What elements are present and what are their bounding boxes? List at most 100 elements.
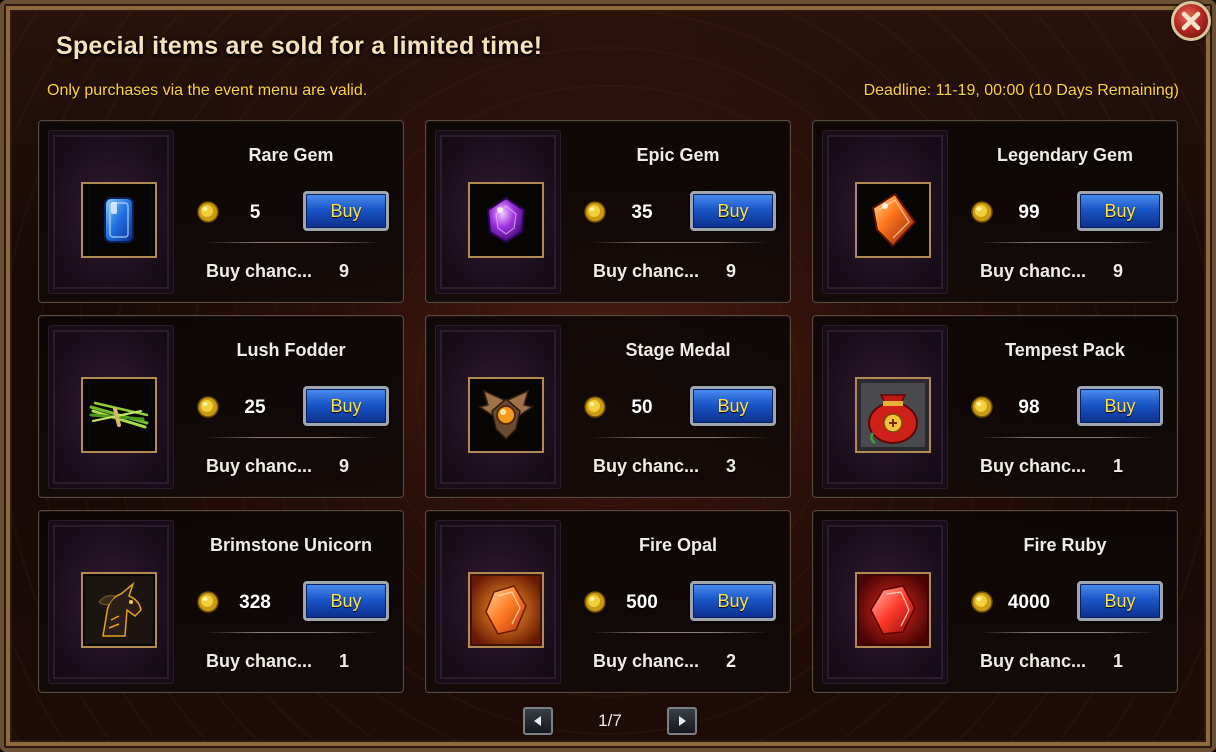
item-price: 5 [249,202,261,223]
window-title: Special items are sold for a limited tim… [56,32,543,60]
buy-chances-label: Buy chanc... [206,651,313,671]
buy-button[interactable]: Buy [1077,191,1163,231]
buy-chances-label: Buy chanc... [206,261,313,281]
buy-chances-value: 1 [1112,456,1123,476]
buy-chances-label: Buy chanc... [980,456,1087,476]
item-price: 328 [239,592,271,613]
item-slot [822,130,948,294]
buy-chances-value: 9 [1112,261,1123,281]
buy-chances-label: Buy chanc... [593,651,700,671]
buy-button[interactable]: Buy [1077,581,1163,621]
buy-chances-label: Buy chanc... [206,456,313,476]
grass-fodder-icon [89,401,149,429]
shop-item-card: Epic Gem 35 Buy Buy chanc... 9 [425,120,791,303]
item-icon-frame[interactable] [468,182,544,258]
buy-button[interactable]: Buy [690,191,776,231]
item-slot [48,325,174,489]
buy-button[interactable]: Buy [690,581,776,621]
item-icon-frame[interactable] [81,377,157,453]
item-name: Fire Opal [638,535,718,555]
item-icon-frame[interactable] [855,377,931,453]
item-name: Fire Ruby [1023,535,1107,555]
gold-coin-icon [971,591,993,613]
blue-gem-icon [104,197,134,243]
item-icon-frame[interactable] [855,182,931,258]
shop-item-card: Stage Medal 50 Buy Buy chanc... 3 [425,315,791,498]
buy-button[interactable]: Buy [1077,386,1163,426]
divider [979,632,1155,633]
buy-chances-label: Buy chanc... [980,261,1087,281]
item-icon-frame[interactable] [855,572,931,648]
prev-page-button[interactable] [523,707,553,735]
item-price: 4000 [1007,592,1051,613]
item-price: 25 [244,397,266,418]
divider [205,632,381,633]
dark-unicorn-icon [85,576,153,644]
divider [979,437,1155,438]
page-indicator: 1/7 [598,711,622,730]
buy-chances-label: Buy chanc... [980,651,1087,671]
gold-coin-icon [971,201,993,223]
item-icon-frame[interactable] [81,182,157,258]
buy-button[interactable]: Buy [303,581,389,621]
shop-item-card: Lush Fodder 25 Buy Buy chanc... 9 [38,315,404,498]
deadline-text: Deadline: 11-19, 00:00 (10 Days Remainin… [863,82,1179,99]
item-price: 35 [631,202,653,223]
purple-gem-icon [486,196,526,244]
buy-chances-value: 9 [338,261,349,281]
item-name: Legendary Gem [996,145,1134,165]
item-slot [435,520,561,684]
item-name: Epic Gem [636,145,720,165]
red-pouch-icon [861,383,925,447]
gold-coin-icon [584,201,606,223]
buy-button[interactable]: Buy [303,386,389,426]
shop-item-card: Legendary Gem 99 Buy Buy chanc... 9 [812,120,1178,303]
gold-coin-icon [584,396,606,418]
close-icon [1181,11,1201,31]
purchase-note: Only purchases via the event menu are va… [47,82,368,99]
item-price: 50 [631,397,653,418]
orange-gem-icon [871,192,917,248]
item-icon-frame[interactable] [468,572,544,648]
item-icon-frame[interactable] [81,572,157,648]
gold-coin-icon [197,201,219,223]
divider [592,437,768,438]
fire-ruby-icon [859,576,927,644]
arrow-left-icon [534,716,541,726]
item-price: 98 [1018,397,1040,418]
gold-coin-icon [971,396,993,418]
item-name: Rare Gem [248,145,334,165]
winged-medal-icon [478,389,534,441]
item-slot [435,325,561,489]
item-price: 99 [1018,202,1040,223]
buy-chances-value: 2 [725,651,736,671]
shop-item-card: Brimstone Unicorn 328 Buy Buy chanc... 1 [38,510,404,693]
buy-button[interactable]: Buy [303,191,389,231]
buy-chances-value: 1 [338,651,349,671]
gold-coin-icon [197,591,219,613]
divider [979,242,1155,243]
divider [205,242,381,243]
buy-chances-label: Buy chanc... [593,261,700,281]
item-price: 500 [626,592,658,613]
item-name: Brimstone Unicorn [209,535,373,555]
divider [592,242,768,243]
item-icon-frame[interactable] [468,377,544,453]
item-slot [435,130,561,294]
buy-chances-value: 9 [725,261,736,281]
item-slot [48,130,174,294]
close-button[interactable] [1171,1,1211,41]
divider [592,632,768,633]
shop-item-card: Tempest Pack 98 Buy Buy chanc... 1 [812,315,1178,498]
item-slot [822,520,948,684]
buy-button[interactable]: Buy [690,386,776,426]
next-page-button[interactable] [667,707,697,735]
buy-chances-label: Buy chanc... [593,456,700,476]
shop-item-card: Fire Opal 500 Buy Buy chanc... 2 [425,510,791,693]
item-name: Tempest Pack [1005,340,1125,360]
item-slot [48,520,174,684]
shop-item-card: Fire Ruby 4000 Buy Buy chanc... 1 [812,510,1178,693]
buy-chances-value: 1 [1112,651,1123,671]
shop-item-card: Rare Gem 5 Buy Buy chanc... 9 [38,120,404,303]
item-slot [822,325,948,489]
